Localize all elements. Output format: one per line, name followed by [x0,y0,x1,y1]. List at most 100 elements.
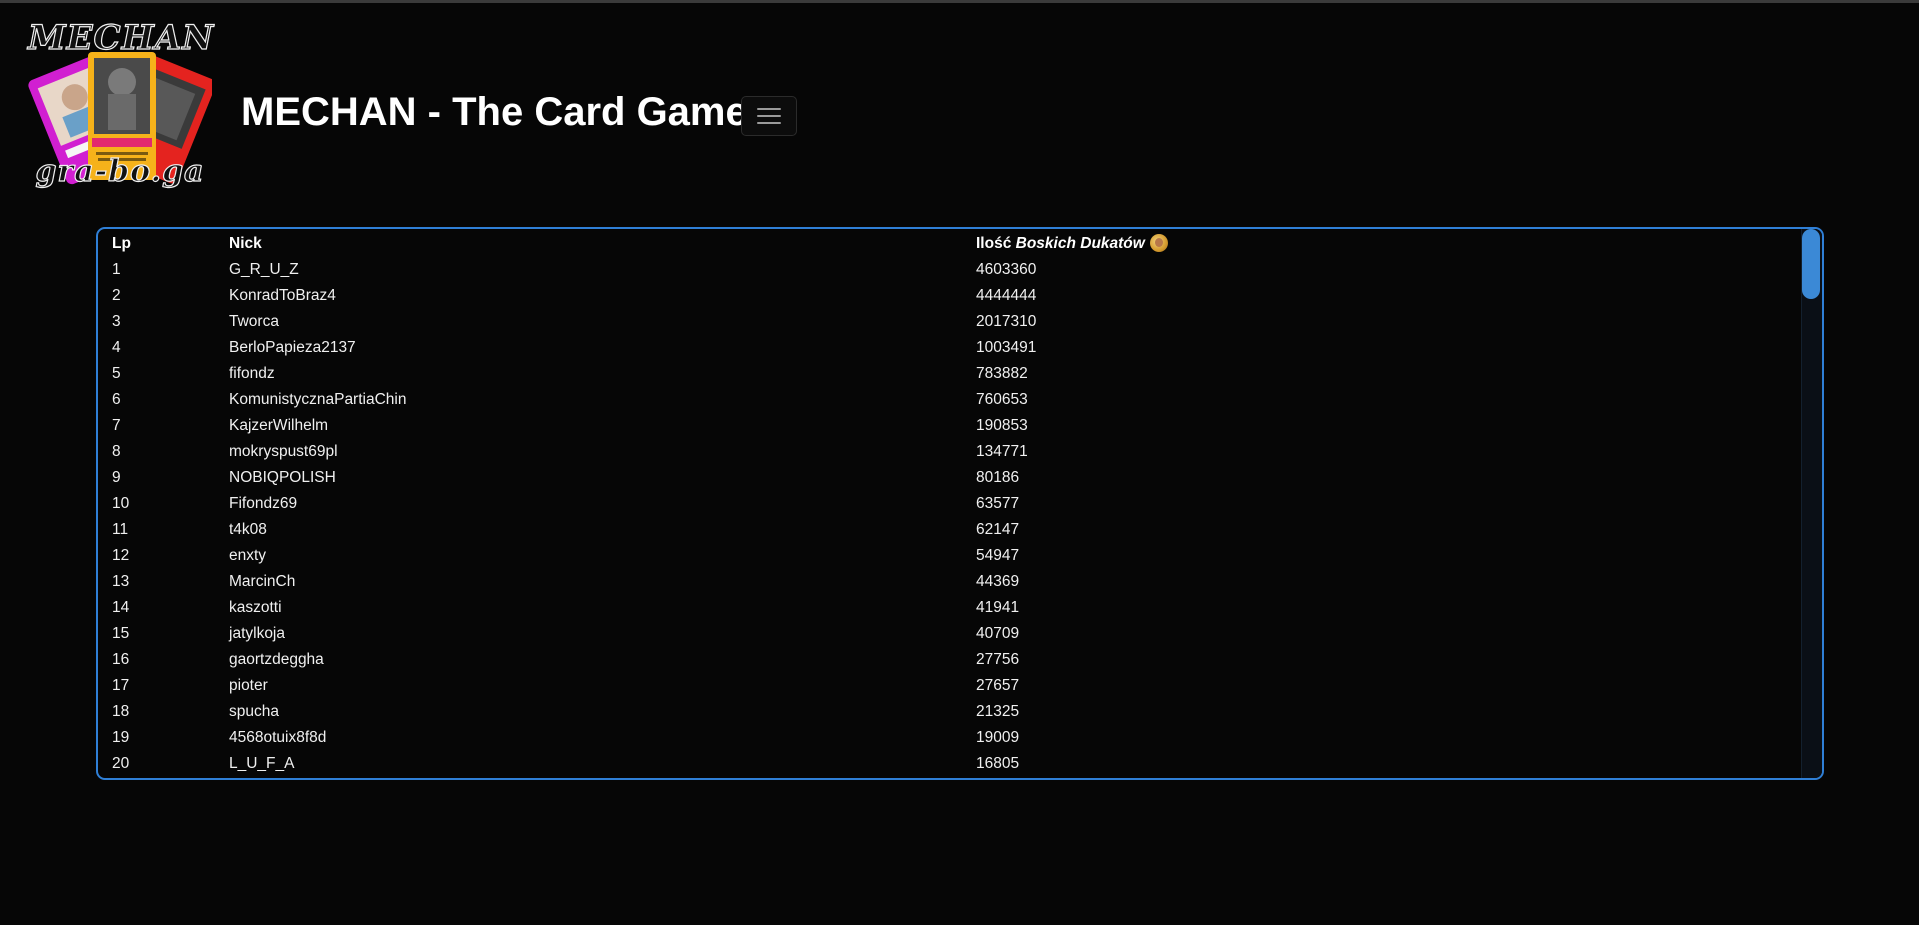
cell-dukaty: 44369 [976,573,1020,590]
column-header-dukaty-prefix: Ilość [976,235,1012,252]
cell-nick: BerloPapieza2137 [229,339,356,356]
cell-dukaty: 21325 [976,703,1020,720]
table-row: 18 spucha 21325 [112,699,1792,725]
table-row: 8 mokryspust69pl 134771 [112,439,1792,465]
table-row: 15 jatylkoja 40709 [112,621,1792,647]
cell-lp: 9 [112,469,121,486]
cell-lp: 12 [112,547,130,564]
cell-nick: KajzerWilhelm [229,417,329,434]
cell-dukaty: 27756 [976,651,1020,668]
cell-lp: 13 [112,573,130,590]
table-row: 9 NOBIQPOLISH 80186 [112,465,1792,491]
table-row: 4 BerloPapieza2137 1003491 [112,335,1792,361]
table-row: 12 enxty 54947 [112,543,1792,569]
site-logo[interactable]: MECHAN gra-bo.ga [27,17,213,200]
cell-dukaty: 62147 [976,521,1020,538]
cell-dukaty: 63577 [976,495,1020,512]
cell-lp: 7 [112,417,121,434]
cell-lp: 8 [112,443,121,460]
cell-dukaty: 80186 [976,469,1020,486]
site-header: MECHAN gra-bo.ga MECHAN - The Card Game [0,0,1919,210]
hamburger-icon-line [757,108,781,110]
table-row: 7 KajzerWilhelm 190853 [112,413,1792,439]
column-header-dukaty: Ilość Boskich Dukatów [976,231,1792,257]
table-row: 17 pioter 27657 [112,673,1792,699]
cell-nick: gaortzdeggha [229,651,324,668]
table-row: 11 t4k08 62147 [112,517,1792,543]
cell-nick: spucha [229,703,279,720]
table-row: 13 MarcinCh 44369 [112,569,1792,595]
cell-dukaty: 134771 [976,443,1028,460]
cell-nick: jatylkoja [229,625,285,642]
cell-lp: 20 [112,755,130,772]
cell-dukaty: 16805 [976,755,1020,772]
cell-dukaty: 40709 [976,625,1020,642]
cell-lp: 19 [112,729,130,746]
column-header-lp: Lp [112,235,131,252]
cell-lp: 6 [112,391,121,408]
hamburger-icon-line [757,122,781,124]
cell-nick: Tworca [229,313,279,330]
cell-lp: 16 [112,651,130,668]
table-row: 19 4568otuix8f8d 19009 [112,725,1792,751]
cell-dukaty: 2017310 [976,313,1037,330]
table-row: 20 L_U_F_A 16805 [112,751,1792,777]
cell-lp: 17 [112,677,130,694]
cell-nick: 4568otuix8f8d [229,729,327,746]
cell-nick: pioter [229,677,268,694]
coin-icon [1149,234,1168,252]
cell-lp: 18 [112,703,130,720]
page-title: MECHAN - The Card Game [241,90,748,134]
cell-dukaty: 760653 [976,391,1028,408]
cell-dukaty: 54947 [976,547,1020,564]
cell-lp: 10 [112,495,130,512]
cell-lp: 15 [112,625,130,642]
cell-lp: 5 [112,365,121,382]
cell-nick: KonradToBraz4 [229,287,336,304]
table-row: 6 KomunistycznaPartiaChin 760653 [112,387,1792,413]
leaderboard-table: Lp Nick Ilość Boskich Dukatów 1 G_R_U_Z 46… [112,231,1792,777]
hamburger-icon-line [757,115,781,117]
table-row: 10 Fifondz69 63577 [112,491,1792,517]
cell-dukaty: 41941 [976,599,1020,616]
cell-dukaty: 4444444 [976,287,1037,304]
cell-lp: 1 [112,261,121,278]
cell-lp: 14 [112,599,130,616]
navbar-toggle-button[interactable] [741,96,797,136]
table-row: 2 KonradToBraz4 4444444 [112,283,1792,309]
scrollbar-thumb[interactable] [1802,229,1820,299]
cell-dukaty: 4603360 [976,261,1037,278]
cell-lp: 4 [112,339,121,356]
table-row: 14 kaszotti 41941 [112,595,1792,621]
cell-nick: NOBIQPOLISH [229,469,336,486]
column-header-dukaty-italic: Boskich Dukatów [1015,235,1145,252]
cell-nick: Fifondz69 [229,495,298,512]
table-row: 5 fifondz 783882 [112,361,1792,387]
cell-lp: 3 [112,313,121,330]
leaderboard-panel[interactable]: Lp Nick Ilość Boskich Dukatów 1 G_R_U_Z 46… [96,227,1824,780]
cell-nick: KomunistycznaPartiaChin [229,391,407,408]
scrollbar-track[interactable] [1801,229,1822,778]
cell-dukaty: 1003491 [976,339,1037,356]
table-body: 1 G_R_U_Z 4603360 2 KonradToBraz4 4444444 3 Two… [112,257,1792,777]
table-header-row: Lp Nick Ilość Boskich Dukatów [112,231,1792,257]
cell-dukaty: 27657 [976,677,1020,694]
table-row: 1 G_R_U_Z 4603360 [112,257,1792,283]
logo-text-bottom: gra-bo.ga [35,153,205,189]
cell-dukaty: 783882 [976,365,1028,382]
cell-nick: G_R_U_Z [229,261,299,278]
cell-nick: kaszotti [229,599,282,616]
table-row: 3 Tworca 2017310 [112,309,1792,335]
cell-nick: L_U_F_A [229,755,295,772]
cell-nick: fifondz [229,365,275,382]
cell-lp: 11 [112,521,129,538]
cell-lp: 2 [112,287,121,304]
cell-nick: mokryspust69pl [229,443,338,460]
cell-nick: t4k08 [229,521,267,538]
logo-text-top: MECHAN [27,17,215,58]
cell-dukaty: 190853 [976,417,1028,434]
cell-nick: enxty [229,547,267,564]
cell-nick: MarcinCh [229,573,296,590]
table-row: 16 gaortzdeggha 27756 [112,647,1792,673]
cell-dukaty: 19009 [976,729,1020,746]
